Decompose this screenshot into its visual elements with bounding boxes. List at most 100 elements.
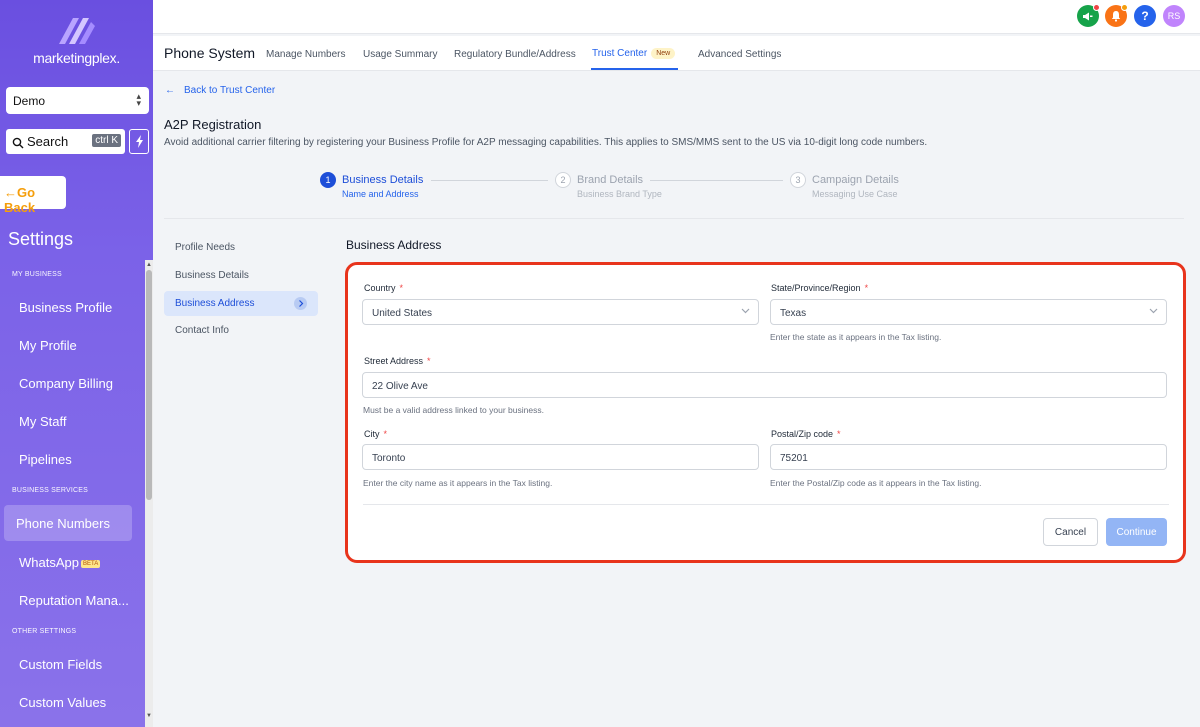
form-nav-business-details[interactable]: Business Details: [175, 270, 249, 281]
avatar[interactable]: RS: [1163, 5, 1185, 27]
state-label: State/Province/Region *: [771, 283, 869, 293]
step-1-subtitle: Name and Address: [342, 189, 419, 199]
city-input[interactable]: Toronto: [362, 444, 759, 470]
step-1-title[interactable]: Business Details: [342, 174, 423, 186]
search-shortcut-badge: ctrl K: [92, 134, 121, 147]
tab-advanced-settings[interactable]: Advanced Settings: [698, 49, 781, 60]
go-back-button[interactable]: ←Go Back: [0, 176, 66, 215]
tab-trust-center[interactable]: Trust Center New: [592, 48, 676, 59]
sidebar-item-pipelines[interactable]: Pipelines: [19, 452, 72, 467]
select-caret-icon: ▴ ▾: [136, 91, 141, 108]
arrow-left-icon: ←: [165, 85, 175, 96]
settings-title: Settings: [8, 229, 74, 249]
scroll-down-icon[interactable]: ▼: [146, 713, 152, 719]
search-icon: [12, 137, 24, 149]
form-nav-contact-info[interactable]: Contact Info: [175, 325, 229, 336]
chevron-right-icon: [294, 297, 307, 310]
announcements-button[interactable]: [1077, 4, 1100, 27]
divider: [164, 218, 1184, 219]
notification-dot: [1093, 4, 1100, 11]
location-select-value: Demo: [13, 94, 46, 108]
street-label: Street Address *: [364, 356, 431, 366]
quick-actions-button[interactable]: [129, 129, 149, 154]
sidebar-item-business-profile[interactable]: Business Profile: [19, 300, 112, 315]
tab-usage-summary[interactable]: Usage Summary: [363, 49, 437, 60]
step-3-title: Campaign Details: [812, 174, 899, 186]
notifications-button[interactable]: [1105, 4, 1128, 27]
sidebar-item-label: WhatsApp: [19, 555, 79, 570]
postal-help-text: Enter the Postal/Zip code as it appears …: [770, 478, 982, 488]
section-label-business-services: BUSINESS SERVICES: [12, 487, 89, 494]
page-description: Avoid additional carrier filtering by re…: [164, 137, 928, 148]
street-help-text: Must be a valid address linked to your b…: [363, 405, 544, 415]
step-2-number: 2: [555, 172, 571, 188]
postal-label: Postal/Zip code *: [771, 429, 841, 439]
state-select[interactable]: Texas: [770, 299, 1167, 325]
location-select[interactable]: Demo ▴ ▾: [6, 87, 149, 114]
scrollbar-thumb[interactable]: [146, 270, 152, 500]
sidebar-item-label: Phone Numbers: [16, 516, 110, 531]
arrow-left-icon: ←: [4, 185, 17, 200]
step-3-number: 3: [790, 172, 806, 188]
business-address-title: Business Address: [346, 238, 442, 252]
divider: [363, 504, 1169, 505]
postal-value: 75201: [780, 453, 808, 464]
sidebar-item-company-billing[interactable]: Company Billing: [19, 376, 113, 391]
sidebar-item-reputation-management[interactable]: Reputation Mana...: [19, 593, 129, 608]
scroll-up-icon[interactable]: ▲: [146, 262, 152, 268]
back-link-label: Back to Trust Center: [184, 85, 276, 96]
bell-icon: [1111, 11, 1121, 22]
tab-manage-numbers[interactable]: Manage Numbers: [266, 49, 345, 60]
search-placeholder: Search: [27, 134, 69, 149]
help-icon: ?: [1141, 9, 1149, 23]
back-to-trust-center-link[interactable]: ← Back to Trust Center: [165, 85, 284, 96]
form-nav-label: Business Address: [175, 298, 255, 309]
megaphone-icon: [1083, 12, 1093, 21]
top-bar: ? RS: [153, 0, 1200, 34]
country-select[interactable]: United States: [362, 299, 759, 325]
sidebar-search[interactable]: Search ctrl K: [6, 129, 125, 154]
step-2-title: Brand Details: [577, 174, 644, 186]
sidebar: marketingplex. Demo ▴ ▾ Search ctrl K ←Go…: [0, 0, 153, 727]
sidebar-item-phone-numbers[interactable]: Phone Numbers: [4, 505, 132, 541]
business-address-form: Country * United States State/Province/Re…: [345, 262, 1186, 563]
city-help-text: Enter the city name as it appears in the…: [363, 478, 553, 488]
help-button[interactable]: ?: [1134, 5, 1156, 27]
cancel-button[interactable]: Cancel: [1043, 518, 1098, 546]
sidebar-item-custom-values[interactable]: Custom Values: [19, 695, 106, 710]
active-tab-indicator: [591, 68, 678, 70]
street-value: 22 Olive Ave: [372, 381, 428, 392]
state-help-text: Enter the state as it appears in the Tax…: [770, 332, 942, 342]
logo-mark-icon: [58, 18, 95, 44]
country-value: United States: [372, 308, 433, 319]
sidebar-scrollbar[interactable]: ▲ ▼: [145, 260, 153, 727]
page-title: A2P Registration: [164, 117, 262, 132]
postal-code-input[interactable]: 75201: [770, 444, 1167, 470]
logo-text: marketingplex.: [33, 50, 120, 66]
section-label-my-business: MY BUSINESS: [12, 271, 62, 278]
street-address-input[interactable]: 22 Olive Ave: [362, 372, 1167, 398]
chevron-down-icon: [741, 308, 750, 314]
sidebar-item-my-staff[interactable]: My Staff: [19, 414, 66, 429]
tab-label: Trust Center: [592, 48, 648, 59]
page-section-title: Phone System: [164, 45, 256, 61]
form-nav-profile-needs[interactable]: Profile Needs: [175, 242, 235, 253]
city-value: Toronto: [372, 453, 406, 464]
step-2-subtitle: Business Brand Type: [577, 189, 662, 199]
new-badge: New: [651, 48, 676, 59]
bolt-icon: [135, 135, 143, 148]
logo: marketingplex.: [0, 14, 153, 66]
phone-system-nav: Phone System Manage Numbers Usage Summar…: [153, 36, 1200, 71]
sidebar-item-whatsapp[interactable]: WhatsApp BETA: [19, 555, 101, 570]
sidebar-item-custom-fields[interactable]: Custom Fields: [19, 657, 102, 672]
step-3-subtitle: Messaging Use Case: [812, 189, 898, 199]
state-value: Texas: [780, 308, 807, 319]
country-label: Country *: [364, 283, 404, 293]
form-nav-business-address[interactable]: Business Address: [164, 291, 318, 316]
beta-badge: BETA: [80, 560, 101, 568]
sidebar-item-my-profile[interactable]: My Profile: [19, 338, 77, 353]
step-connector: [650, 180, 783, 181]
continue-button[interactable]: Continue: [1106, 518, 1167, 546]
tab-regulatory-bundle[interactable]: Regulatory Bundle/Address: [454, 49, 576, 60]
notification-dot: [1121, 4, 1128, 11]
